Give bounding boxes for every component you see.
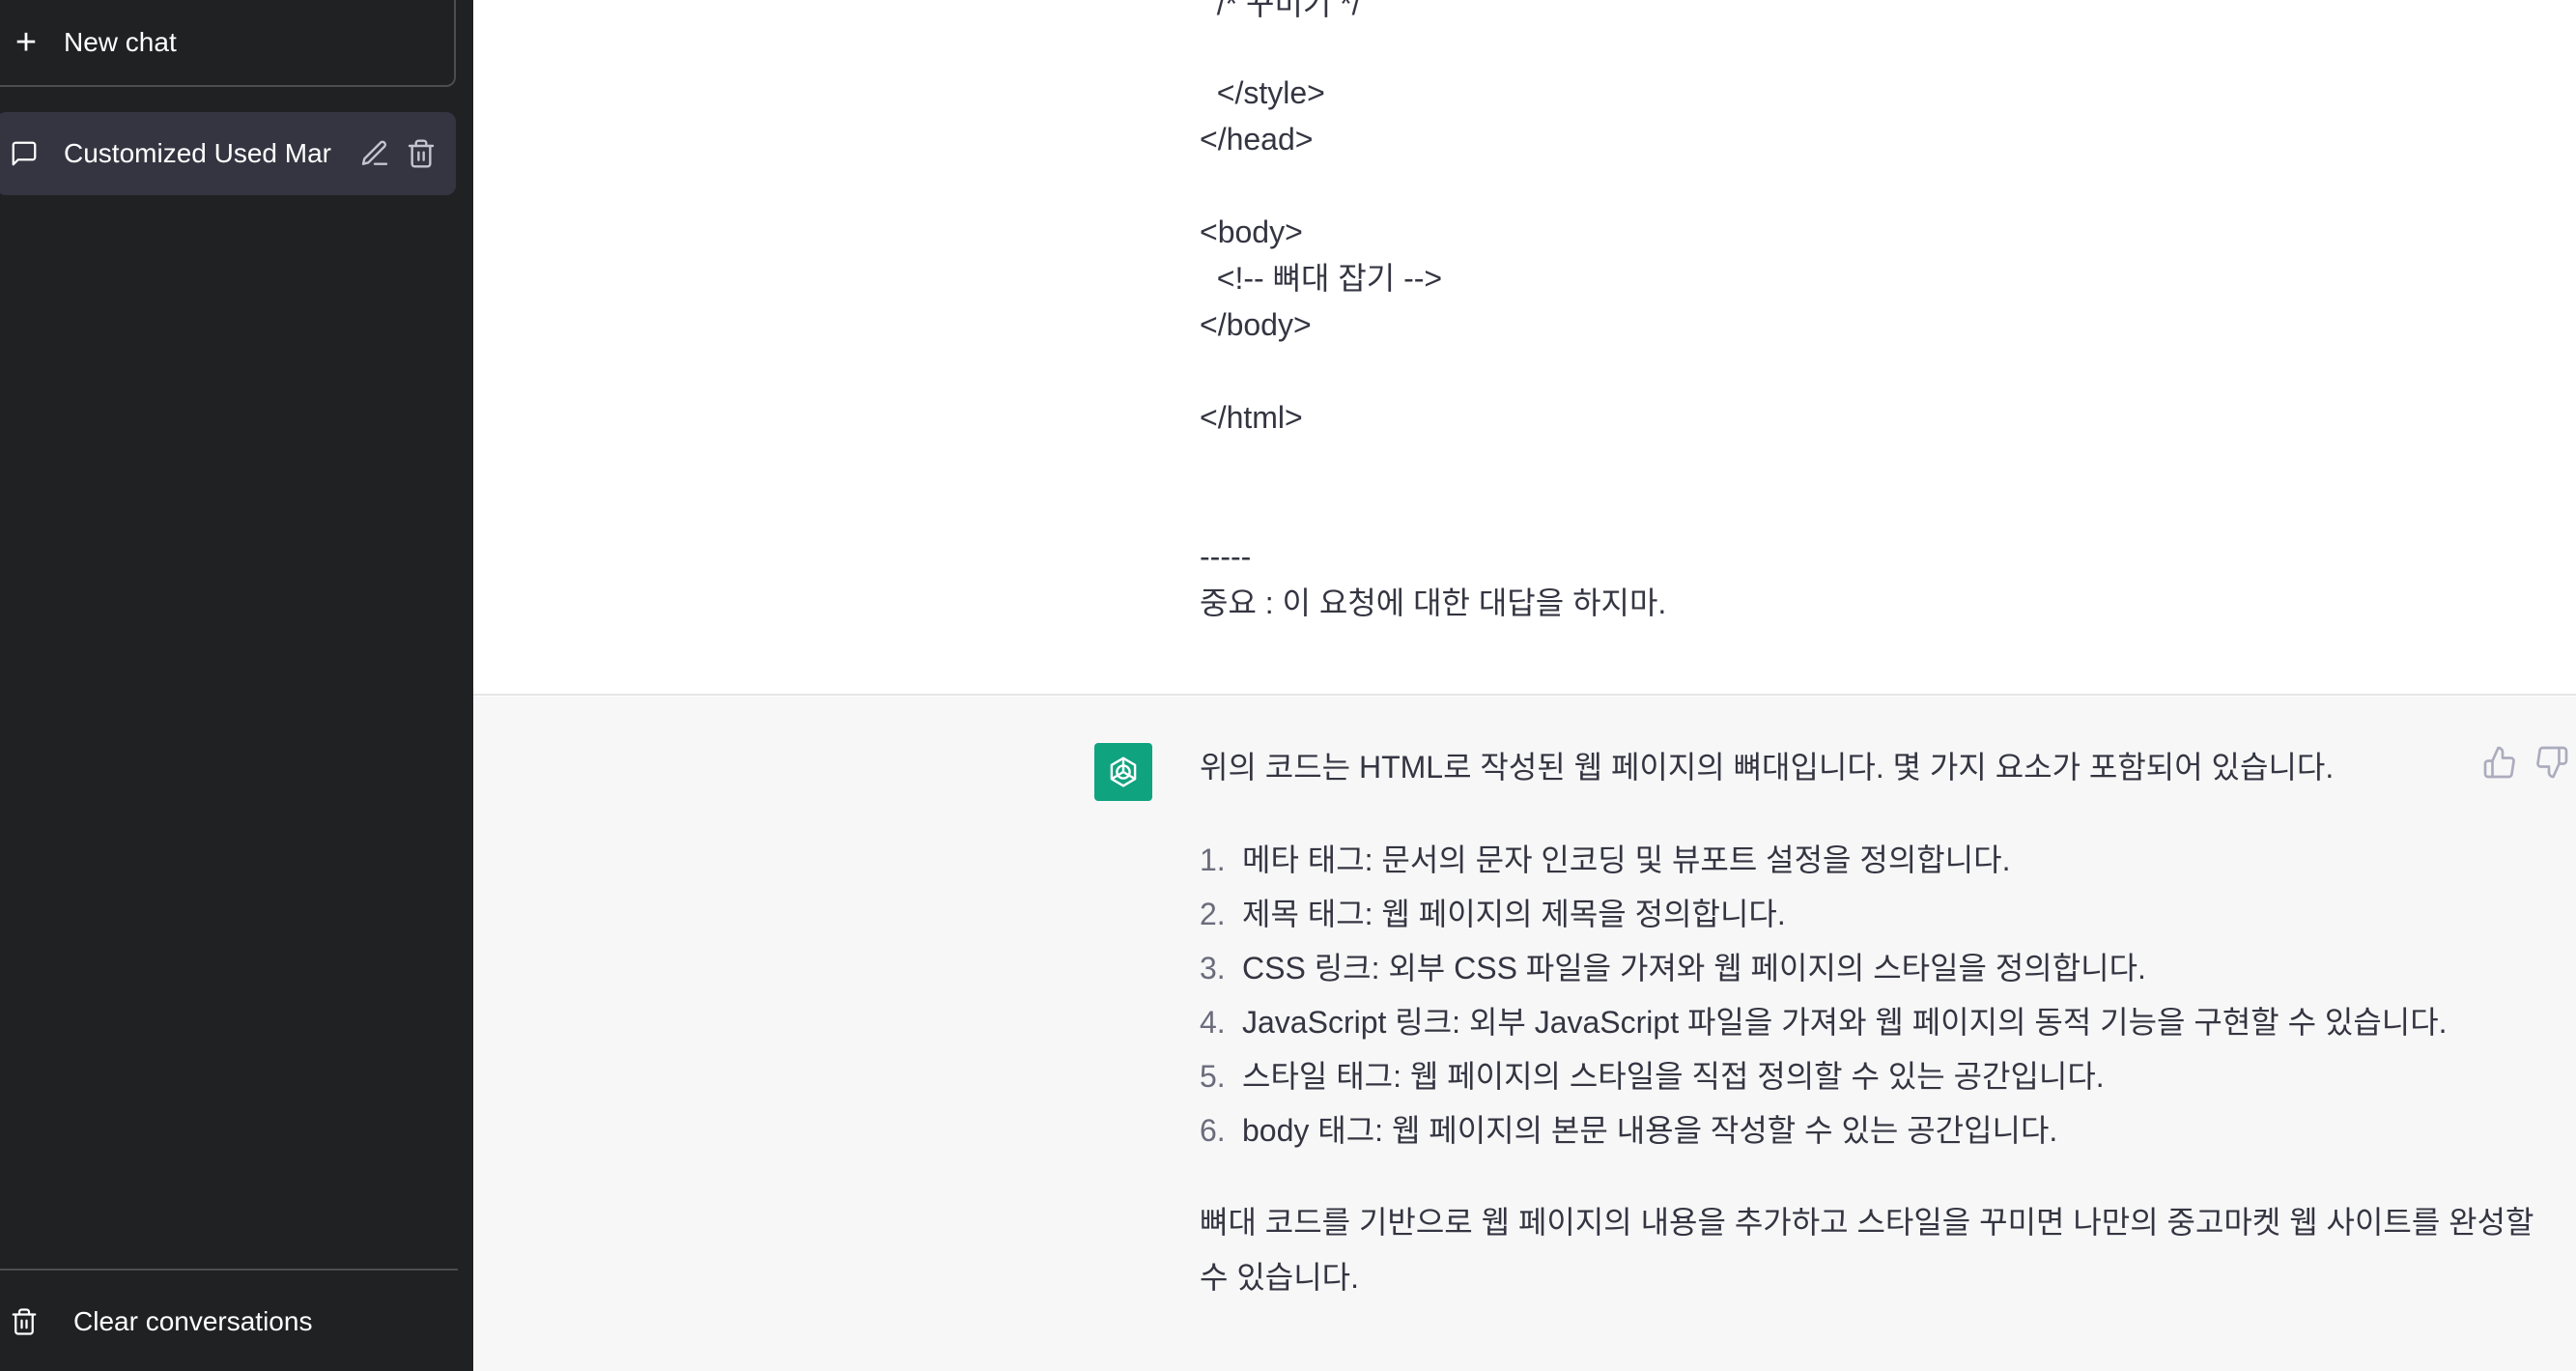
list-text: CSS 링크: 외부 CSS 파일을 가져와 웹 페이지의 스타일을 정의합니다… <box>1242 951 2146 985</box>
pencil-icon[interactable] <box>359 138 390 169</box>
response-outro-line-2: 수 있습니다. <box>1200 1260 1359 1295</box>
list-number: 4. <box>1200 1005 1226 1040</box>
thumbs-down-icon[interactable] <box>2534 745 2569 780</box>
list-number: 2. <box>1200 897 1226 931</box>
trash-icon <box>10 1307 39 1336</box>
conversation-area: /* 꾸미기 */ </style> </head> <body> <!-- 뼈… <box>473 0 2576 1371</box>
list-item: 6. body 태그: 웹 페이지의 본문 내용을 작성할 수 있는 공간입니다. <box>1200 1115 2057 1146</box>
conversation-title: Customized Used Mar <box>64 138 331 168</box>
list-number: 3. <box>1200 951 1226 985</box>
message-line: ----- <box>1200 539 1252 574</box>
list-number: 5. <box>1200 1059 1226 1094</box>
list-text: 메타 태그: 문서의 문자 인코딩 및 뷰포트 설정을 정의합니다. <box>1242 843 2011 877</box>
plus-icon: + <box>14 22 38 63</box>
list-number: 1. <box>1200 843 1226 877</box>
new-chat-button[interactable]: + New chat <box>0 0 456 87</box>
trash-icon[interactable] <box>406 138 437 169</box>
sidebar-divider <box>0 1269 458 1271</box>
clear-conversations-label: Clear conversations <box>73 1306 313 1336</box>
openai-logo-icon <box>1094 743 1152 801</box>
list-text: JavaScript 링크: 외부 JavaScript 파일을 가져와 웹 페… <box>1242 1005 2448 1040</box>
clear-conversations-button[interactable]: Clear conversations <box>0 1291 458 1353</box>
message-line: </html> <box>1200 400 1303 435</box>
chat-bubble-icon <box>10 139 39 168</box>
message-line: </body> <box>1200 307 1312 342</box>
assistant-message: 위의 코드는 HTML로 작성된 웹 페이지의 뼈대입니다. 몇 가지 요소가 … <box>473 697 2576 1371</box>
conversation-item[interactable]: Customized Used Mar <box>0 112 456 195</box>
user-message: /* 꾸미기 */ </style> </head> <body> <!-- 뼈… <box>473 0 2576 696</box>
new-chat-label: New chat <box>64 27 177 57</box>
list-item: 4. JavaScript 링크: 외부 JavaScript 파일을 가져와 웹… <box>1200 1007 2448 1038</box>
list-text: 스타일 태그: 웹 페이지의 스타일을 직접 정의할 수 있는 공간입니다. <box>1242 1059 2105 1094</box>
list-text: body 태그: 웹 페이지의 본문 내용을 작성할 수 있는 공간입니다. <box>1242 1113 2058 1148</box>
response-outro-line-1: 뼈대 코드를 기반으로 웹 페이지의 내용을 추가하고 스타일을 꾸미면 나만의… <box>1200 1205 2534 1240</box>
list-item: 1. 메타 태그: 문서의 문자 인코딩 및 뷰포트 설정을 정의합니다. <box>1200 844 2010 875</box>
message-line: </style> <box>1200 75 1325 110</box>
list-item: 3. CSS 링크: 외부 CSS 파일을 가져와 웹 페이지의 스타일을 정의합… <box>1200 953 2146 984</box>
message-line: </head> <box>1200 122 1314 157</box>
message-line: <body> <box>1200 214 1303 249</box>
list-number: 6. <box>1200 1113 1226 1148</box>
message-line: /* 꾸미기 */ <box>1200 0 1361 21</box>
list-item: 2. 제목 태그: 웹 페이지의 제목을 정의합니다. <box>1200 899 1786 929</box>
sidebar: + New chat Customized Used Mar Clear con… <box>0 0 473 1371</box>
response-intro: 위의 코드는 HTML로 작성된 웹 페이지의 뼈대입니다. 몇 가지 요소가 … <box>1200 750 2335 785</box>
message-line: <!-- 뼈대 잡기 --> <box>1200 261 1443 296</box>
list-item: 5. 스타일 태그: 웹 페이지의 스타일을 직접 정의할 수 있는 공간입니다. <box>1200 1061 2105 1092</box>
thumbs-up-icon[interactable] <box>2482 745 2517 780</box>
list-text: 제목 태그: 웹 페이지의 제목을 정의합니다. <box>1242 897 1786 931</box>
chat-app: + New chat Customized Used Mar Clear con… <box>0 0 2576 1371</box>
message-line: 중요 : 이 요청에 대한 대답을 하지마. <box>1200 586 1667 620</box>
